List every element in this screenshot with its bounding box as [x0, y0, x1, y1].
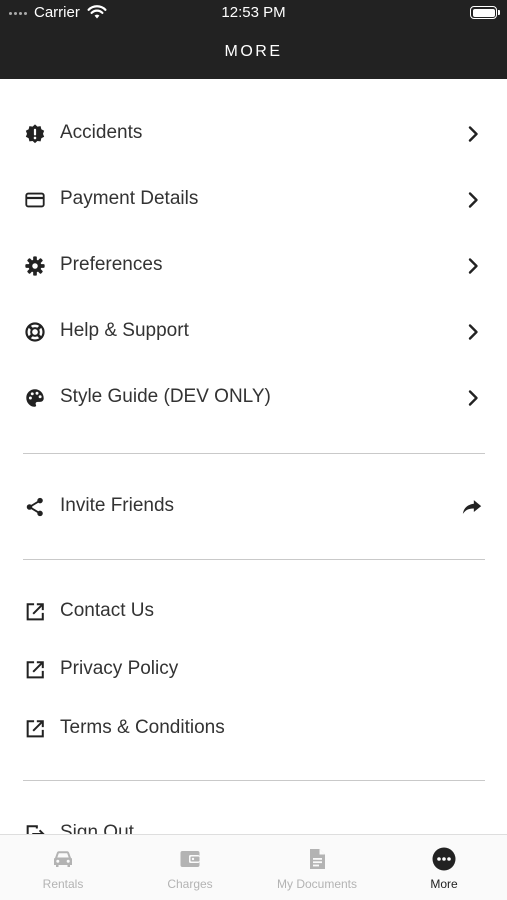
palette-icon	[26, 389, 44, 407]
menu-item-contact-us[interactable]: Contact Us	[0, 587, 507, 637]
menu-item-invite-friends[interactable]: Invite Friends	[0, 482, 507, 532]
menu-label: Contact Us	[60, 600, 154, 621]
external-link-icon	[26, 661, 44, 679]
menu-label: Sign Out	[60, 822, 134, 834]
forward-arrow-icon	[462, 500, 482, 514]
tab-label: My Documents	[276, 877, 358, 891]
tab-charges[interactable]: Charges	[127, 835, 253, 900]
clock: 12:53 PM	[221, 4, 286, 21]
section-divider	[23, 559, 485, 560]
external-link-icon	[26, 720, 44, 738]
menu-item-help-support[interactable]: Help & Support	[0, 307, 507, 357]
tab-label: Charges	[167, 877, 213, 891]
section-divider	[23, 453, 485, 454]
chevron-right-icon	[468, 324, 478, 340]
menu-label: Invite Friends	[60, 495, 175, 516]
chevron-right-icon	[468, 192, 478, 208]
tab-bar: Rentals Charges My Documents More	[0, 834, 507, 900]
menu-label: Terms & Conditions	[60, 717, 225, 738]
menu-item-privacy-policy[interactable]: Privacy Policy	[0, 645, 507, 695]
chevron-right-icon	[468, 390, 478, 406]
external-link-icon	[26, 603, 44, 621]
menu-label: Privacy Policy	[60, 658, 179, 679]
lifebuoy-icon	[25, 322, 45, 342]
gear-icon	[25, 256, 45, 276]
more-menu[interactable]: Accidents Payment Details Preferences He…	[0, 79, 507, 834]
credit-card-icon	[25, 192, 45, 208]
document-icon	[310, 849, 325, 869]
battery-icon	[470, 6, 500, 19]
section-divider	[23, 780, 485, 781]
menu-item-payment-details[interactable]: Payment Details	[0, 175, 507, 225]
tab-label: More	[430, 877, 458, 891]
more-dots-icon	[432, 847, 456, 871]
sign-out-icon	[26, 825, 45, 834]
menu-label: Preferences	[60, 254, 163, 275]
menu-item-style-guide[interactable]: Style Guide (DEV ONLY)	[0, 373, 507, 423]
header-bar: Carrier 12:53 PM MORE	[0, 0, 507, 79]
wallet-icon	[180, 851, 200, 867]
menu-item-sign-out[interactable]: Sign Out	[0, 809, 507, 834]
tab-more[interactable]: More	[381, 835, 507, 900]
menu-item-preferences[interactable]: Preferences	[0, 241, 507, 291]
tab-label: Rentals	[42, 877, 84, 891]
menu-item-terms-conditions[interactable]: Terms & Conditions	[0, 704, 507, 754]
chevron-right-icon	[468, 126, 478, 142]
tab-rentals[interactable]: Rentals	[0, 835, 126, 900]
menu-label: Payment Details	[60, 188, 199, 209]
chevron-right-icon	[468, 258, 478, 274]
car-icon	[54, 851, 72, 867]
share-icon	[26, 497, 43, 517]
menu-item-accidents[interactable]: Accidents	[0, 109, 507, 159]
tab-my-documents[interactable]: My Documents	[254, 835, 380, 900]
menu-label: Style Guide (DEV ONLY)	[60, 386, 271, 407]
menu-label: Help & Support	[60, 320, 189, 341]
alert-badge-icon	[25, 124, 45, 144]
page-title: MORE	[224, 43, 283, 60]
status-bar: Carrier 12:53 PM	[0, 0, 507, 26]
menu-label: Accidents	[60, 122, 143, 143]
